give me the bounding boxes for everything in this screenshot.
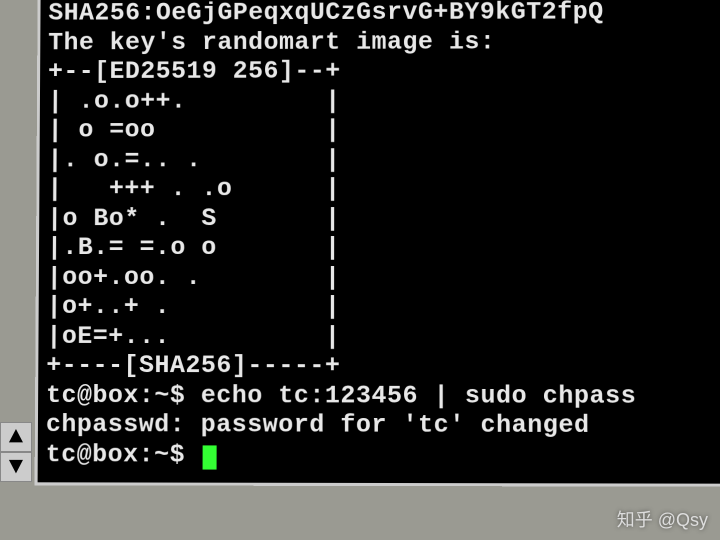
line-randomart-7: |oo+.oo. . |: [47, 262, 341, 291]
scroll-up-button[interactable]: ▲: [0, 422, 32, 452]
scroll-down-button[interactable]: ▼: [0, 452, 32, 482]
terminal-output[interactable]: SHA256:OeGjGPeqxqUCzGsrvG+BY9kGT2fpQ The…: [38, 0, 720, 475]
line-randomart-4: | +++ . .o |: [47, 174, 340, 203]
line-randomart-8: |o+..+ . |: [47, 292, 341, 321]
line-randomart-5: |o Bo* . S |: [47, 204, 341, 233]
line-cmd-chpasswd: tc@box:~$ echo tc:123456 | sudo chpass: [46, 380, 636, 410]
line-randomart-6: |.B.= =.o o |: [47, 233, 341, 262]
line-randomart-header: The key's randomart image is:: [48, 27, 495, 57]
line-randomart-bottom: +----[SHA256]-----+: [46, 351, 340, 380]
terminal-window: SHA256:OeGjGPeqxqUCzGsrvG+BY9kGT2fpQ The…: [35, 0, 720, 487]
line-randomart-top: +--[ED25519 256]--+: [48, 57, 341, 86]
line-randomart-9: |oE=+... |: [46, 321, 340, 350]
cursor: [203, 445, 217, 469]
watermark-text: 知乎 @Qsy: [617, 506, 708, 532]
line-randomart-3: |. o.=.. . |: [47, 145, 340, 174]
line-randomart-1: | .o.o++. |: [48, 86, 341, 115]
line-randomart-2: | o =oo |: [48, 115, 341, 144]
line-chpasswd-output: chpasswd: password for 'tc' changed: [46, 410, 590, 440]
line-sha256: SHA256:OeGjGPeqxqUCzGsrvG+BY9kGT2fpQ: [48, 0, 603, 27]
line-prompt: tc@box:~$: [46, 440, 201, 469]
scrollbar: ▲ ▼: [0, 422, 32, 482]
